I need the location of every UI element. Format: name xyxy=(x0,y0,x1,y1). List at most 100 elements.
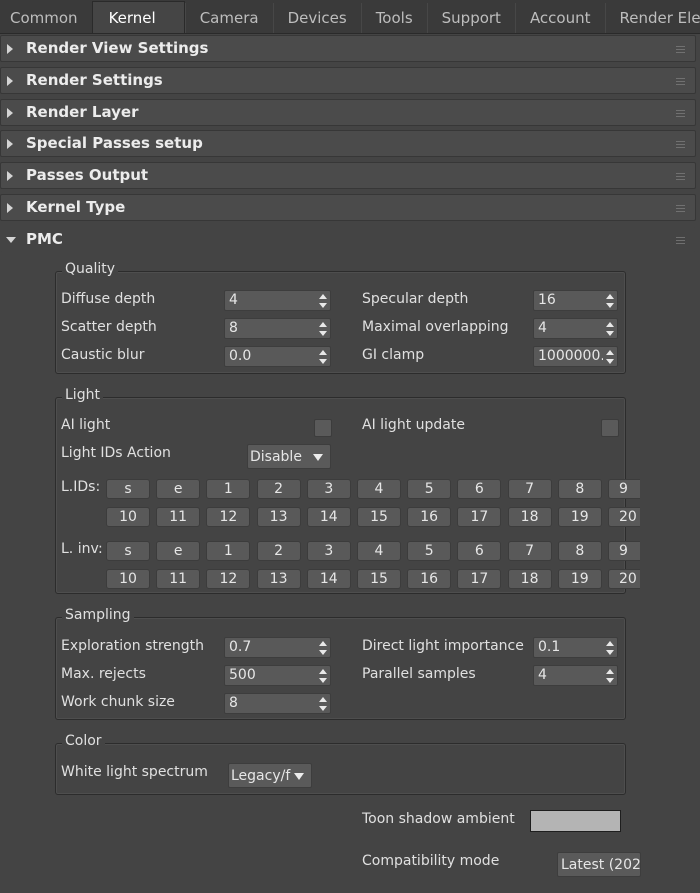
rollout-render-settings[interactable]: Render Settings xyxy=(0,67,696,94)
exploration-strength-value[interactable]: 0.7 xyxy=(229,639,316,655)
maximal-overlapping-spinner[interactable]: 4 xyxy=(533,318,618,339)
rollout-render-view-settings[interactable]: Render View Settings xyxy=(0,35,696,62)
light-ids-action-value[interactable]: Disable xyxy=(250,449,302,465)
spinner-arrows-icon[interactable] xyxy=(606,294,614,308)
specular-depth-spinner[interactable]: 16 xyxy=(533,290,618,311)
spinner-arrows-icon[interactable] xyxy=(606,669,614,683)
white-light-spectrum-value[interactable]: Legacy/f xyxy=(231,768,290,784)
rollout-render-layer[interactable]: Render Layer xyxy=(0,99,696,126)
spinner-arrows-icon[interactable] xyxy=(606,641,614,655)
lid-button-13[interactable]: 13 xyxy=(256,507,301,527)
ai-light-update-checkbox[interactable] xyxy=(601,419,619,437)
linv-button-18[interactable]: 18 xyxy=(507,569,552,589)
lid-button-2[interactable]: 2 xyxy=(256,479,301,499)
exploration-strength-spinner[interactable]: 0.7 xyxy=(224,637,331,658)
parallel-samples-value[interactable]: 4 xyxy=(538,667,603,683)
linv-button-5[interactable]: 5 xyxy=(407,541,452,561)
lid-button-16[interactable]: 16 xyxy=(407,507,452,527)
lid-button-15[interactable]: 15 xyxy=(357,507,401,527)
linv-button-2[interactable]: 2 xyxy=(256,541,301,561)
linv-button-19[interactable]: 19 xyxy=(557,569,602,589)
lid-button-12[interactable]: 12 xyxy=(206,507,251,527)
maximal-overlapping-value[interactable]: 4 xyxy=(538,320,603,336)
lid-button-4[interactable]: 4 xyxy=(357,479,401,499)
linv-button-15[interactable]: 15 xyxy=(357,569,401,589)
spinner-arrows-icon[interactable] xyxy=(319,322,327,336)
spinner-arrows-icon[interactable] xyxy=(606,350,614,364)
spinner-arrows-icon[interactable] xyxy=(319,294,327,308)
gi-clamp-spinner[interactable]: 1000000. xyxy=(533,346,618,367)
lid-button-3[interactable]: 3 xyxy=(306,479,351,499)
work-chunk-size-value[interactable]: 8 xyxy=(229,695,316,711)
scatter-depth-value[interactable]: 8 xyxy=(229,320,316,336)
linv-button-1[interactable]: 1 xyxy=(206,541,251,561)
lid-button-10[interactable]: 10 xyxy=(106,507,150,527)
linv-button-17[interactable]: 17 xyxy=(457,569,502,589)
chevron-down-icon[interactable] xyxy=(313,454,323,461)
linv-button-e[interactable]: e xyxy=(156,541,201,561)
chevron-down-icon[interactable] xyxy=(294,773,304,780)
light-ids-action-dropdown[interactable]: Disable xyxy=(247,444,331,469)
lid-button-20[interactable]: 20 xyxy=(608,507,640,527)
tab-kernel[interactable]: Kernel xyxy=(91,1,185,33)
ai-light-checkbox[interactable] xyxy=(314,419,332,437)
linv-button-4[interactable]: 4 xyxy=(357,541,401,561)
lid-button-s[interactable]: s xyxy=(106,479,150,499)
lid-button-19[interactable]: 19 xyxy=(557,507,602,527)
linv-button-6[interactable]: 6 xyxy=(457,541,502,561)
lid-button-9[interactable]: 9 xyxy=(608,479,640,499)
diffuse-depth-spinner[interactable]: 4 xyxy=(224,290,331,311)
tab-render-elements[interactable]: Render Elements xyxy=(604,3,700,33)
gi-clamp-value[interactable]: 1000000. xyxy=(538,348,603,364)
tab-devices[interactable]: Devices xyxy=(272,3,361,33)
linv-button-16[interactable]: 16 xyxy=(407,569,452,589)
white-light-spectrum-dropdown[interactable]: Legacy/f xyxy=(228,763,312,788)
linv-button-8[interactable]: 8 xyxy=(557,541,602,561)
scatter-depth-spinner[interactable]: 8 xyxy=(224,318,331,339)
linv-button-10[interactable]: 10 xyxy=(106,569,150,589)
work-chunk-size-spinner[interactable]: 8 xyxy=(224,693,331,714)
lid-button-8[interactable]: 8 xyxy=(557,479,602,499)
lid-button-17[interactable]: 17 xyxy=(457,507,502,527)
direct-light-importance-value[interactable]: 0.1 xyxy=(538,639,603,655)
max-rejects-value[interactable]: 500 xyxy=(229,667,316,683)
linv-button-9[interactable]: 9 xyxy=(608,541,640,561)
tab-common[interactable]: Common xyxy=(0,3,92,33)
linv-button-20[interactable]: 20 xyxy=(608,569,640,589)
lid-button-11[interactable]: 11 xyxy=(156,507,201,527)
linv-button-7[interactable]: 7 xyxy=(507,541,552,561)
toon-shadow-ambient-color-swatch[interactable] xyxy=(530,810,621,832)
rollout-kernel-type[interactable]: Kernel Type xyxy=(0,194,696,221)
spinner-arrows-icon[interactable] xyxy=(319,350,327,364)
spinner-arrows-icon[interactable] xyxy=(319,669,327,683)
spinner-arrows-icon[interactable] xyxy=(319,641,327,655)
tab-support[interactable]: Support xyxy=(426,3,515,33)
specular-depth-value[interactable]: 16 xyxy=(538,292,603,308)
tab-camera[interactable]: Camera xyxy=(184,3,273,33)
spinner-arrows-icon[interactable] xyxy=(606,322,614,336)
rollout-passes-output[interactable]: Passes Output xyxy=(0,162,696,189)
linv-button-11[interactable]: 11 xyxy=(156,569,201,589)
spinner-arrows-icon[interactable] xyxy=(319,697,327,711)
linv-button-3[interactable]: 3 xyxy=(306,541,351,561)
linv-button-s[interactable]: s xyxy=(106,541,150,561)
lid-button-18[interactable]: 18 xyxy=(507,507,552,527)
rollout-pmc[interactable]: PMC xyxy=(0,226,696,253)
diffuse-depth-value[interactable]: 4 xyxy=(229,292,316,308)
direct-light-importance-spinner[interactable]: 0.1 xyxy=(533,637,618,658)
compatibility-mode-dropdown[interactable]: Latest (2022 xyxy=(557,852,641,877)
caustic-blur-value[interactable]: 0.0 xyxy=(229,348,316,364)
tab-tools[interactable]: Tools xyxy=(360,3,427,33)
linv-button-14[interactable]: 14 xyxy=(306,569,351,589)
parallel-samples-spinner[interactable]: 4 xyxy=(533,665,618,686)
compatibility-mode-value[interactable]: Latest (2022 xyxy=(561,857,640,873)
linv-button-12[interactable]: 12 xyxy=(206,569,251,589)
lid-button-6[interactable]: 6 xyxy=(457,479,502,499)
lid-button-5[interactable]: 5 xyxy=(407,479,452,499)
lid-button-14[interactable]: 14 xyxy=(306,507,351,527)
max-rejects-spinner[interactable]: 500 xyxy=(224,665,331,686)
lid-button-1[interactable]: 1 xyxy=(206,479,251,499)
caustic-blur-spinner[interactable]: 0.0 xyxy=(224,346,331,367)
linv-button-13[interactable]: 13 xyxy=(256,569,301,589)
lid-button-e[interactable]: e xyxy=(156,479,201,499)
